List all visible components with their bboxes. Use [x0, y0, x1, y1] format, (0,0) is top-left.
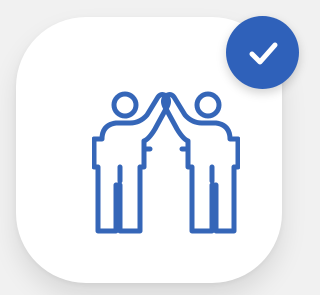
selectable-card-stage — [0, 0, 299, 295]
high-five-icon — [92, 91, 240, 234]
selected-badge — [226, 16, 299, 89]
checkmark-icon — [249, 42, 277, 64]
